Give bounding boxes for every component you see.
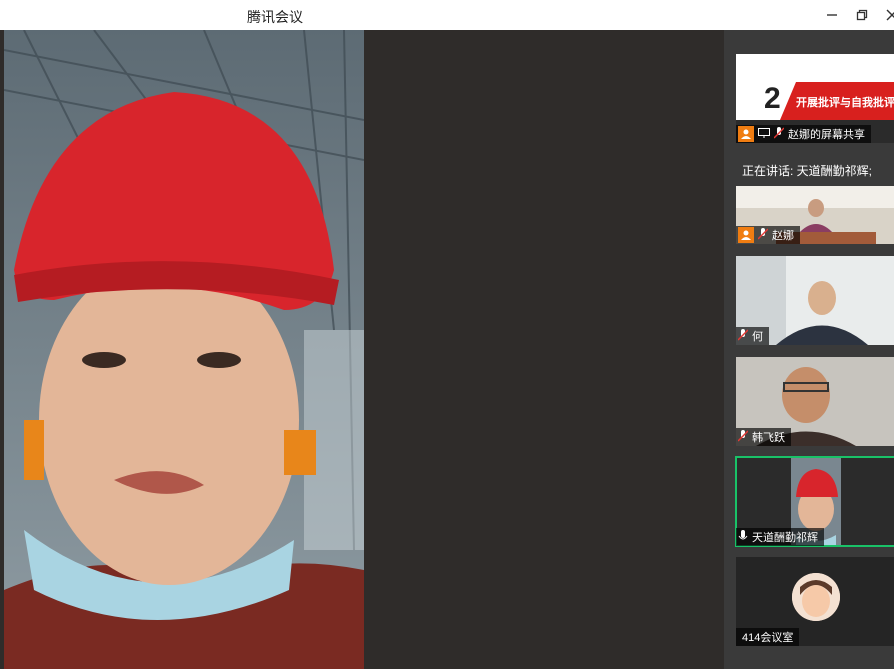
mic-muted-icon: [757, 227, 769, 243]
minimize-icon[interactable]: [820, 4, 844, 26]
mic-muted-icon: [773, 126, 785, 142]
mic-muted-icon: [737, 328, 749, 344]
participant-tile-hanfeiyue[interactable]: 韩飞跃: [736, 357, 894, 446]
tile-name: 414会议室: [742, 632, 794, 644]
slide-number: 2: [764, 82, 781, 115]
tile-namebar: 何: [736, 327, 769, 345]
tile-namebar: 赵娜: [736, 226, 800, 244]
slide-title: 开展批评与自我批评: [796, 97, 894, 109]
tile-namebar: 414会议室: [736, 628, 800, 646]
tile-namebar: 韩飞跃: [736, 428, 791, 446]
title-bar: 腾讯会议: [0, 0, 894, 31]
tile-name: 赵娜的屏幕共享: [788, 129, 865, 141]
tile-name: 何: [752, 331, 763, 343]
participant-tile-tiandao[interactable]: 天道酬勤祁辉: [735, 456, 894, 547]
screen-share-icon: [758, 127, 770, 141]
tile-name: 韩飞跃: [752, 432, 785, 444]
tile-name: 天道酬勤祁辉: [752, 532, 818, 544]
participant-tile-he[interactable]: 何: [736, 256, 894, 345]
main-stage: [0, 30, 724, 669]
tile-name: 赵娜: [772, 230, 794, 242]
mic-muted-icon: [737, 429, 749, 445]
main-speaker-video[interactable]: [4, 30, 364, 669]
participant-tile-zhaona[interactable]: 赵娜: [736, 186, 894, 244]
window-title: 腾讯会议: [247, 9, 303, 25]
host-icon: [738, 227, 754, 243]
participant-tile-screen-share[interactable]: 2 开展批评与自我批评 赵娜的屏幕共享: [736, 54, 894, 143]
speaking-indicator: 正在讲话: 天道酬勤祁辉;: [742, 164, 873, 178]
participant-panel: 2 开展批评与自我批评 赵娜的屏幕共享 正在讲话: 天道酬勤祁辉; 赵娜 何 韩…: [724, 30, 894, 669]
tile-namebar: 赵娜的屏幕共享: [736, 125, 871, 143]
close-icon[interactable]: [880, 4, 894, 26]
restore-icon[interactable]: [850, 4, 874, 26]
mic-icon: [738, 529, 748, 545]
tile-namebar: 天道酬勤祁辉: [736, 528, 824, 546]
participant-tile-414[interactable]: 414会议室: [736, 557, 894, 646]
avatar: [792, 573, 840, 621]
speaker-video-frame: [4, 30, 364, 669]
host-icon: [738, 126, 754, 142]
